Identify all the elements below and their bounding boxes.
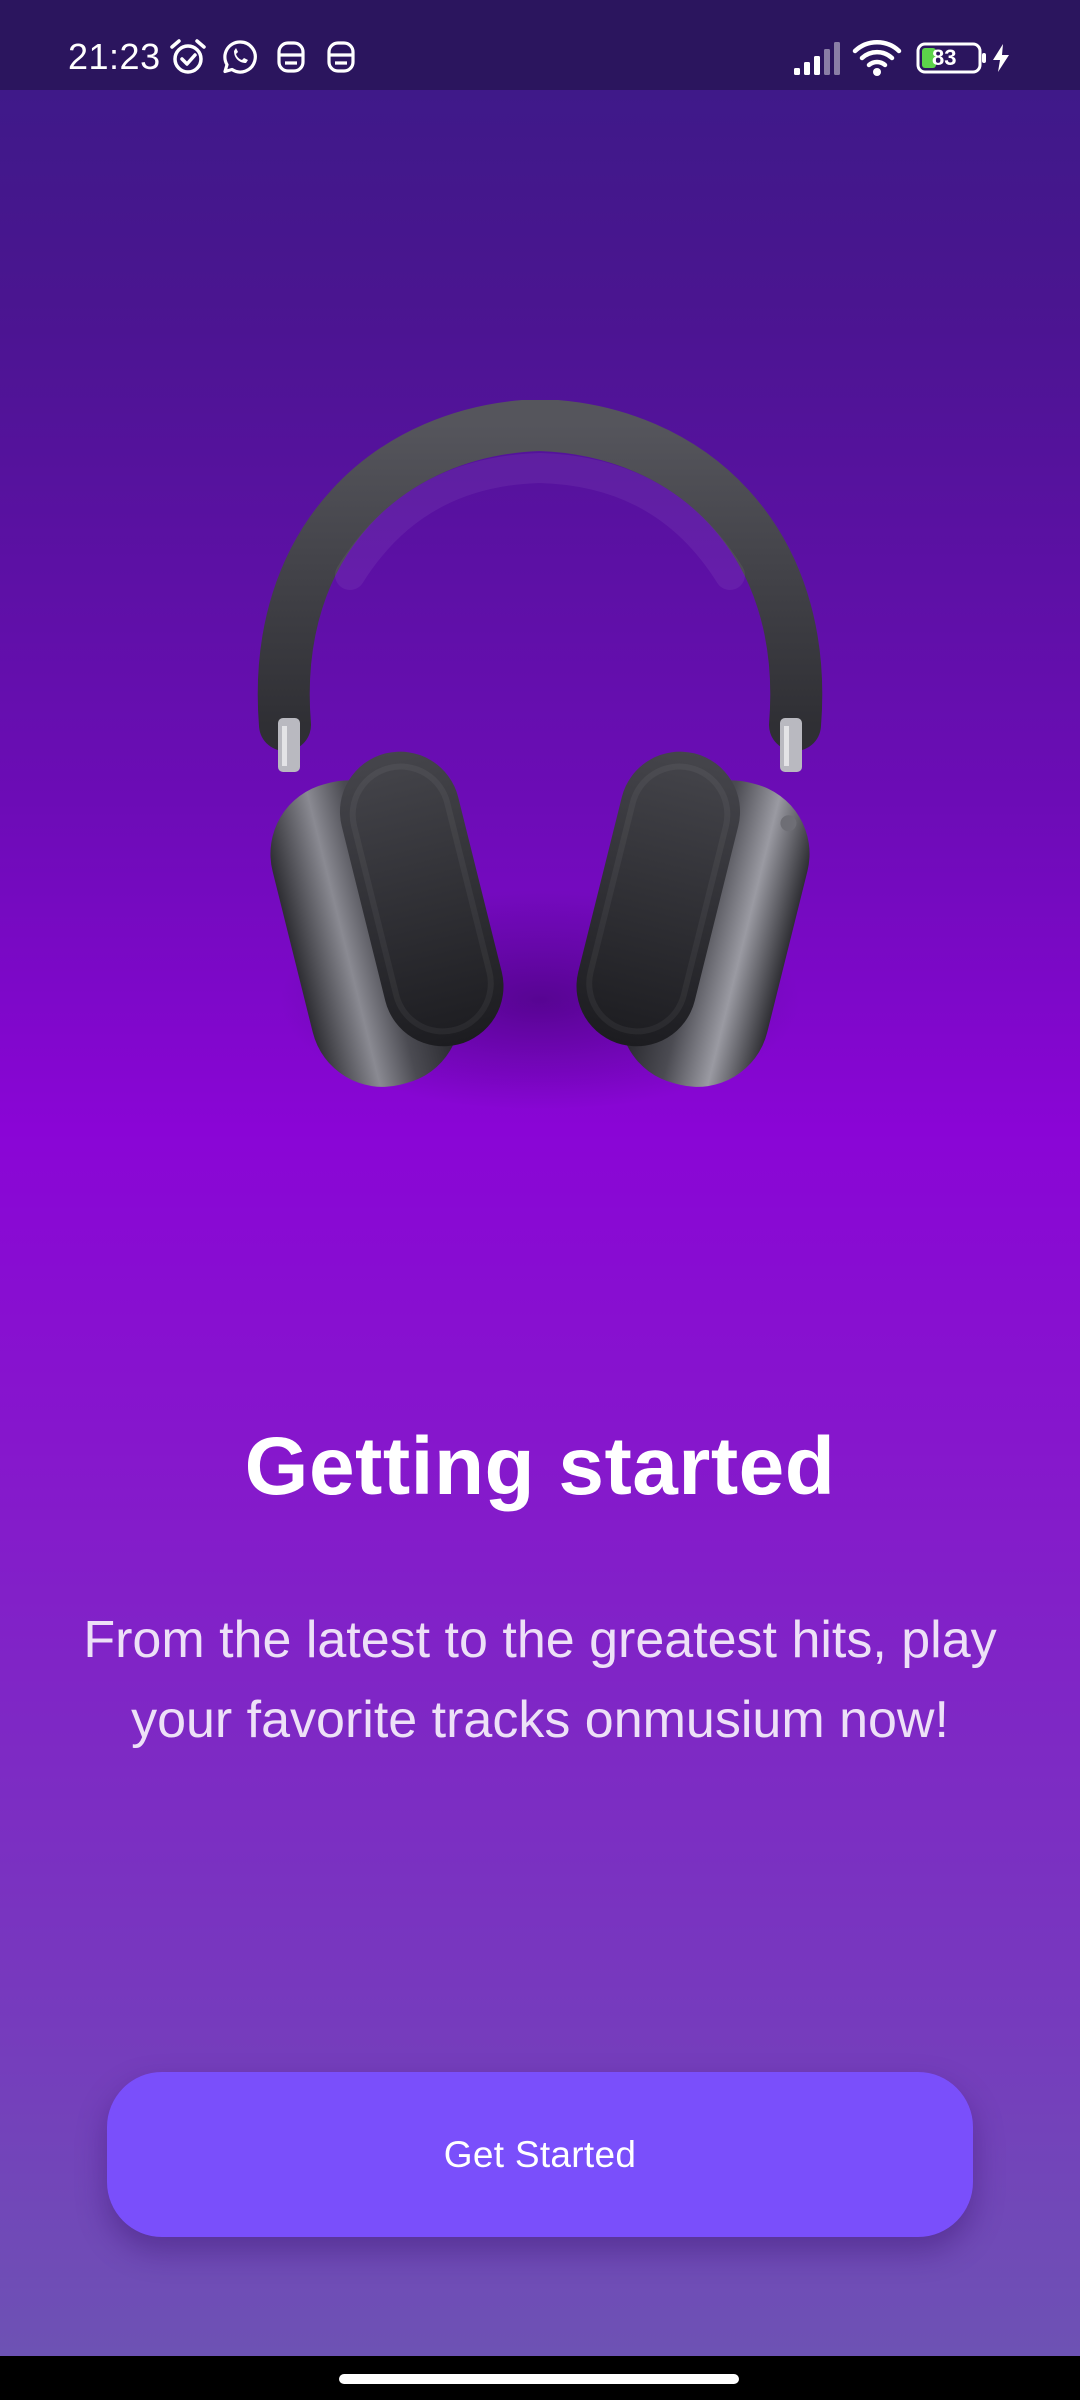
status-time: 21:23	[68, 36, 161, 77]
alarm-icon	[168, 37, 208, 82]
get-started-button[interactable]: Get Started	[107, 2072, 973, 2237]
page-title: Getting started	[244, 1421, 836, 1512]
status-bar: 21:23 83	[0, 0, 1080, 90]
system-navigation-bar	[0, 2356, 1080, 2400]
wifi-icon	[852, 38, 902, 83]
page-description: From the latest to the greatest hits, pl…	[83, 1611, 997, 1749]
app-notification-icon	[274, 37, 308, 82]
app-notification-icon	[324, 37, 358, 82]
onboarding-screen: 21:23 83 Getting started From the latest…	[0, 0, 1080, 2356]
headphones-illustration	[240, 398, 840, 1120]
whatsapp-icon	[220, 37, 260, 82]
signal-icon	[792, 40, 842, 81]
battery-level: 83	[932, 45, 957, 70]
get-started-label: Get Started	[443, 2133, 637, 2175]
charging-icon	[990, 42, 1012, 79]
home-indicator[interactable]	[339, 2374, 739, 2384]
